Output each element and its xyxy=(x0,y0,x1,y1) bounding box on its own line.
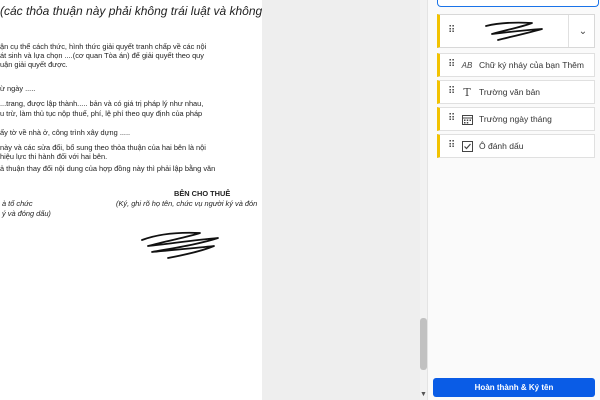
field-checkbox[interactable]: ⠿ Ô đánh dấu xyxy=(437,134,595,158)
panel-top-input[interactable] xyxy=(437,0,599,7)
drag-handle-icon[interactable]: ⠿ xyxy=(448,26,455,36)
doc-line: này và các sửa đổi, bổ sung theo thỏa th… xyxy=(0,143,206,152)
doc-line: u trừ, làm thủ tục nộp thuế, phí, lệ phí… xyxy=(0,109,203,118)
initials-icon: AB xyxy=(461,60,473,70)
signature-preview xyxy=(485,21,543,41)
field-label: Trường văn bản xyxy=(479,87,541,97)
document-canvas-background xyxy=(262,0,420,400)
placed-signature[interactable] xyxy=(138,224,228,264)
field-date[interactable]: ⠿ Trường ngày tháng xyxy=(437,107,595,131)
left-signature-note: ý và đóng dấu) xyxy=(2,209,51,218)
left-signature-line: à tổ chức xyxy=(2,199,33,208)
lessor-note: (Ký, ghi rõ họ tên, chức vụ người ký và … xyxy=(116,199,258,208)
lessor-title: BÊN CHO THUÊ xyxy=(174,189,231,198)
finish-and-sign-button[interactable]: Hoàn thành & Ký tên xyxy=(433,378,595,397)
drag-handle-icon[interactable]: ⠿ xyxy=(448,60,455,70)
doc-line: hiệu lực thi hành đối với hai bên. xyxy=(0,152,108,161)
field-label: Chữ ký nháy của bạn xyxy=(479,60,560,70)
doc-line: ...trang, được lập thành..... bản và có … xyxy=(0,99,204,108)
doc-line: ả thuận thay đổi nội dung của hợp đồng n… xyxy=(0,164,216,173)
text-field-icon: T xyxy=(463,85,471,99)
drag-handle-icon[interactable]: ⠿ xyxy=(448,87,455,97)
checkbox-icon xyxy=(461,140,473,152)
field-label: Ô đánh dấu xyxy=(479,141,524,151)
drag-handle-icon[interactable]: ⠿ xyxy=(448,141,455,151)
field-initials[interactable]: ⠿ AB Chữ ký nháy của bạn Thêm xyxy=(437,53,595,77)
drag-handle-icon[interactable]: ⠿ xyxy=(448,114,455,124)
calendar-icon xyxy=(461,113,473,125)
chevron-down-icon[interactable]: ⌄ xyxy=(568,15,597,47)
scrollbar-thumb[interactable] xyxy=(420,318,427,370)
doc-line: ừ ngày ..... xyxy=(0,84,36,93)
field-label: Trường ngày tháng xyxy=(479,114,552,124)
doc-line: uận giải quyết được. xyxy=(0,60,68,69)
document-page: (các thỏa thuận này phải không trái luật… xyxy=(0,0,262,400)
doc-line: ận cụ thể cách thức, hình thức giải quyế… xyxy=(0,42,207,51)
signature-field-card[interactable]: ⠿ ⌄ xyxy=(437,14,595,48)
field-text[interactable]: ⠿ T Trường văn bản xyxy=(437,80,595,104)
doc-line: át sinh và lựa chọn ....(cơ quan Tòa án)… xyxy=(0,51,204,60)
doc-line: ấy tờ về nhà ở, công trình xây dựng ....… xyxy=(0,128,131,137)
add-initials-button[interactable]: Thêm xyxy=(562,60,584,70)
document-heading: (các thỏa thuận này phải không trái luật… xyxy=(0,4,262,18)
